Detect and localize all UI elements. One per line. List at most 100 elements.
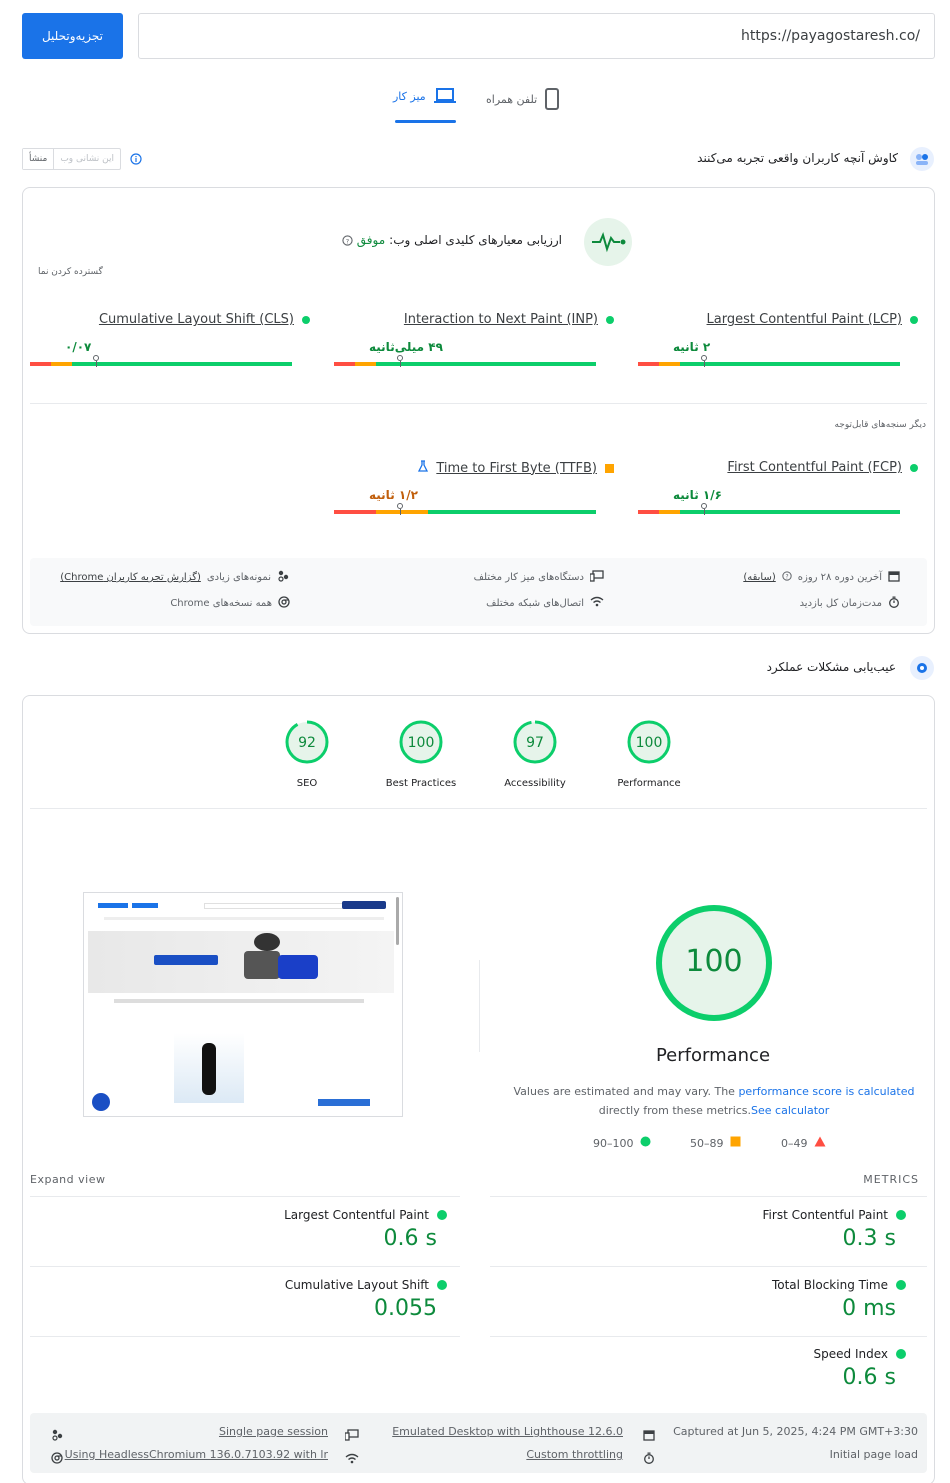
crux-info-text: همه نسخه‌های Chrome (170, 598, 272, 609)
good-indicator (910, 463, 918, 472)
score-gauge[interactable]: 100 (397, 718, 445, 766)
divider (30, 1266, 460, 1267)
distribution-segment (334, 362, 355, 366)
active-tab-indicator (395, 120, 456, 123)
crux-info-text: اتصال‌های شبکه مختلف (486, 597, 584, 609)
p75-marker (700, 355, 707, 367)
thumb-product (174, 1033, 244, 1103)
crux-metric-value: ۱/۲ ثانیه (369, 488, 418, 502)
thumb-button (98, 903, 128, 908)
tab-mobile-label: تلفن همراه (486, 92, 538, 106)
url-origin-toggle[interactable]: منشأ این نشانی وب (22, 148, 121, 170)
crux-metric-title[interactable]: First Contentful Paint (FCP) (727, 460, 918, 475)
toggle-this-url[interactable]: این نشانی وب (54, 149, 120, 169)
crux-metric-name: Cumulative Layout Shift (CLS) (98, 312, 294, 327)
score-value: 92 (298, 735, 316, 751)
distribution-bar (30, 355, 292, 367)
crux-info-text: آخرین دوره ۲۸ روزه (797, 572, 882, 583)
crux-metric-value: ۰/۰۷ (65, 340, 92, 354)
distribution-segment (428, 510, 596, 514)
score-label: Best Practices (385, 778, 457, 789)
chrome-icon (51, 1449, 63, 1468)
lighthouse-metric-name: Cumulative Layout Shift (284, 1278, 429, 1292)
crux-info-item: اتصال‌های شبکه مختلف (486, 596, 604, 610)
tab-desktop-label: میز کار (393, 89, 426, 103)
devices-icon (589, 570, 604, 585)
score-note-prefix: Values are estimated and may vary. The (513, 1085, 735, 1098)
calendar-icon (643, 1426, 655, 1445)
crux-info-link[interactable]: (گزارش تجربه کاربران Chrome) (60, 572, 201, 583)
crux-expand-link[interactable]: گسترده کردن نما (38, 267, 103, 277)
distribution-segment (679, 510, 900, 514)
score-gauge[interactable]: 92 (283, 718, 331, 766)
tab-mobile[interactable]: تلفن همراه (486, 88, 560, 110)
lighthouse-footer-text[interactable]: Using HeadlessChromium 136.0.7103.92 wit… (65, 1448, 328, 1461)
footer-text: Initial page load (829, 1448, 918, 1461)
legend-range: 90–100 (593, 1136, 634, 1150)
info-icon[interactable] (130, 153, 142, 165)
thumb-nav (104, 917, 384, 920)
divider (30, 1196, 460, 1197)
stopwatch-icon (643, 1449, 655, 1468)
distribution-segment (30, 362, 51, 366)
score-gauge[interactable]: 97 (511, 718, 559, 766)
main-performance-gauge: 100 (656, 905, 772, 1021)
lighthouse-metric-header: First Contentful Paint (506, 1208, 906, 1222)
crux-info-text: مدت‌زمان کل بازدید (799, 598, 882, 609)
distribution-segment (679, 362, 900, 366)
help-icon[interactable]: ? (782, 571, 792, 584)
lighthouse-footer-text[interactable]: Custom throttling (526, 1448, 623, 1461)
crux-metric-value: ۱/۶ ثانیه (673, 488, 722, 502)
legend-circle-icon (640, 1136, 651, 1150)
tab-desktop[interactable]: میز کار (393, 88, 456, 104)
metrics-label: METRICS (863, 1173, 919, 1186)
distribution-bar (334, 503, 596, 515)
crux-metric-title[interactable]: Cumulative Layout Shift (CLS) (99, 312, 310, 327)
score-gauge[interactable]: 100 (625, 718, 673, 766)
thumb-button (132, 903, 158, 908)
distribution-bar (638, 355, 900, 367)
p75-marker (700, 503, 707, 515)
good-indicator (896, 1349, 906, 1359)
thumb-pump-gauge (254, 933, 280, 951)
distribution-bar (638, 503, 900, 515)
crux-metric-title[interactable]: Largest Contentful Paint (LCP) (707, 312, 918, 327)
lighthouse-metric: First Contentful Paint 0.3 s (506, 1208, 906, 1251)
good-indicator (437, 1280, 447, 1290)
lighthouse-metric-name: Speed Index (813, 1347, 888, 1361)
analyze-button[interactable]: تجزیه‌وتحلیل (22, 13, 123, 59)
distribution-segment (354, 362, 376, 366)
lighthouse-metric: Speed Index 0.6 s (506, 1347, 906, 1390)
footer-text: Captured at Jun 5, 2025, 4:24 PM GMT+3:3… (673, 1425, 918, 1438)
lighthouse-metric: Total Blocking Time 0 ms (506, 1278, 906, 1321)
score-value: 100 (636, 735, 663, 751)
help-icon[interactable]: ? (342, 234, 353, 246)
divider (479, 960, 480, 1052)
distribution-segment (71, 362, 292, 366)
legend-item: 90–100 (593, 1136, 651, 1150)
crux-info-text: دستگاه‌های میز کار مختلف (473, 572, 584, 583)
performance-calc-link[interactable]: performance score is calculated (738, 1085, 914, 1098)
lighthouse-footer-text[interactable]: Emulated Desktop with Lighthouse 12.6.0 (392, 1425, 623, 1438)
crux-metric-title[interactable]: Interaction to Next Paint (INP) (404, 312, 614, 327)
toggle-origin[interactable]: منشأ (23, 149, 55, 169)
crux-metric-title[interactable]: Time to First Byte (TTFB) (418, 460, 614, 476)
lighthouse-footer-text[interactable]: Single page session (219, 1425, 328, 1438)
score-note-mid: directly from these metrics. (598, 1104, 752, 1117)
average-indicator (605, 463, 614, 473)
expand-view-link[interactable]: Expand view (30, 1173, 105, 1186)
footer-text: Custom throttling (526, 1448, 623, 1461)
assessment: ارزیابی معیارهای کلیدی اصلی وب: موفق ? (342, 233, 562, 247)
lighthouse-metric-value: 0.3 s (842, 1226, 896, 1251)
crux-info-link[interactable]: (سابقه) (743, 572, 775, 583)
see-calculator-link[interactable]: See calculator (751, 1104, 829, 1117)
lighthouse-footer-text: Initial page load (830, 1448, 918, 1461)
divider (490, 1196, 927, 1197)
good-indicator (910, 315, 918, 324)
wifi-icon (590, 596, 604, 610)
url-input[interactable]: https://payagostaresh.co/ (138, 13, 935, 59)
crux-info-item: همه نسخه‌های Chrome (170, 596, 290, 611)
footer-text: Emulated Desktop with Lighthouse 12.6.0 (392, 1425, 623, 1438)
p75-marker (396, 503, 403, 515)
crux-info-box (30, 558, 927, 626)
